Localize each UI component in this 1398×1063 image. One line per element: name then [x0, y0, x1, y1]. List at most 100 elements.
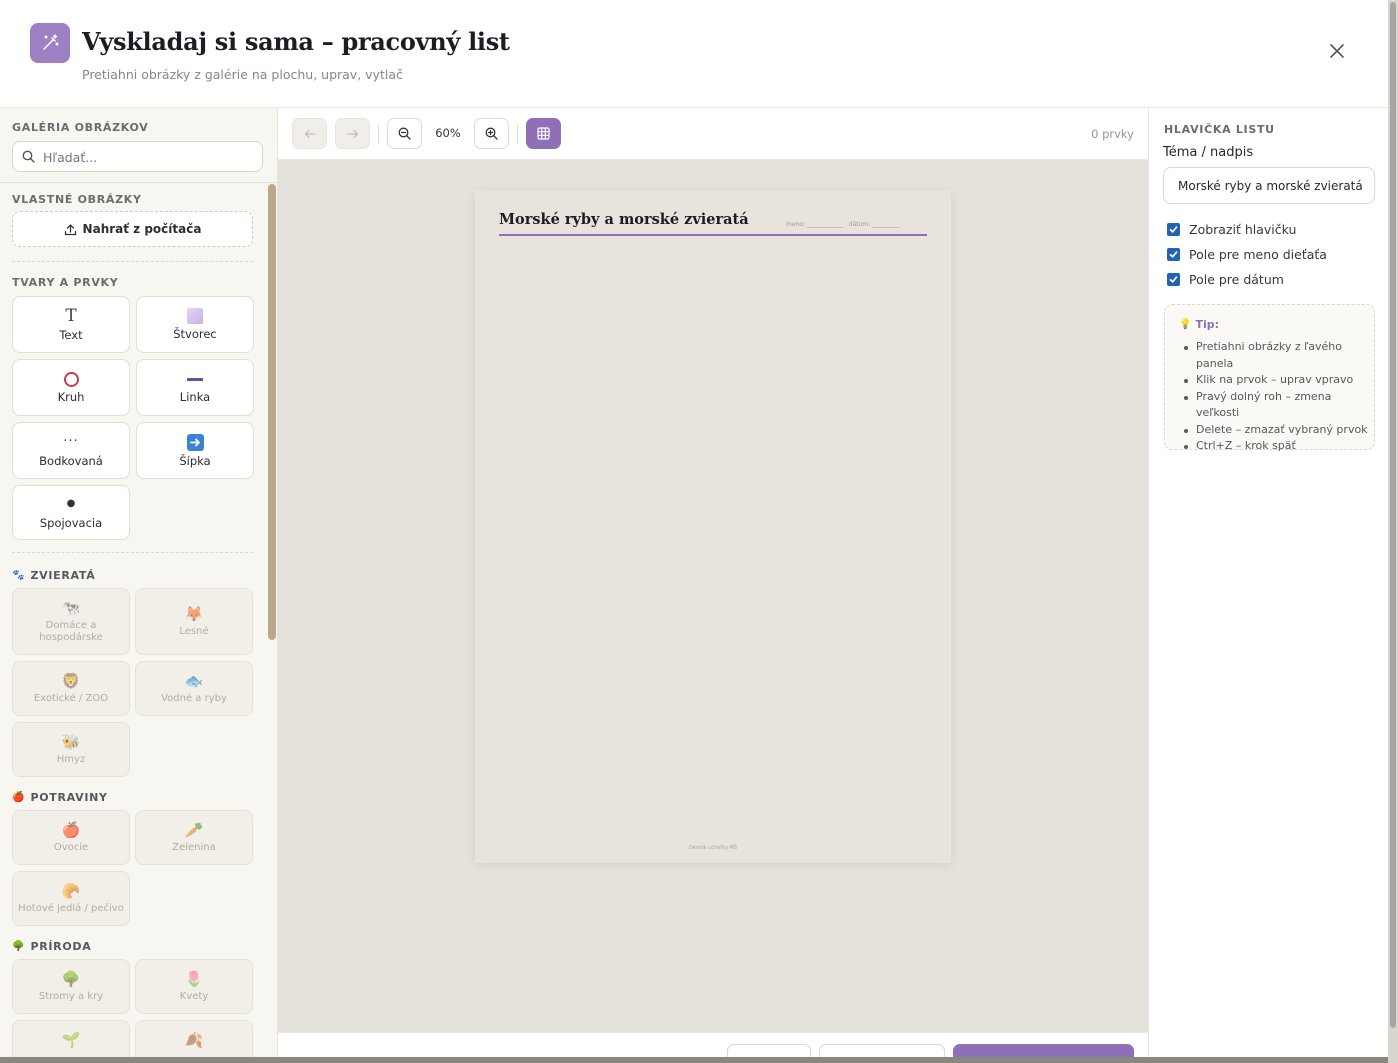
category-domestic[interactable]: 🐄 Domáce a hospodárske	[12, 588, 130, 655]
tip-item: Pravý dolný roh – zmena veľkosti	[1181, 389, 1371, 422]
tulip-icon: 🌷	[184, 970, 204, 988]
category-insects[interactable]: 🐝 Hmyz	[12, 722, 130, 777]
category-label: Vodné a ryby	[161, 693, 227, 704]
group-title: POTRAVINY	[30, 791, 108, 804]
checkbox-checked-icon[interactable]	[1167, 273, 1180, 286]
checkbox-label: Pole pre dátum	[1189, 272, 1284, 287]
gallery-scrollbar[interactable]	[268, 184, 276, 640]
page-scrollbar[interactable]	[1388, 0, 1398, 1063]
category-label: Kvety	[179, 991, 209, 1002]
checkbox-label: Pole pre meno dieťaťa	[1189, 247, 1327, 262]
grid-toggle-button[interactable]	[526, 118, 561, 149]
category-flowers[interactable]: 🌷 Kvety	[135, 959, 253, 1014]
gallery-search[interactable]	[12, 141, 263, 172]
shape-circle[interactable]: Kruh	[12, 359, 130, 416]
shape-label: Kruh	[57, 389, 85, 404]
gallery-panel: GALÉRIA OBRÁZKOV VLASTNÉ OBRÁZKY Nahrať …	[0, 108, 278, 1057]
shape-label: Šípka	[179, 453, 211, 468]
canvas-area: 60% 0 prvky Morské ryby a morské zvierat…	[278, 108, 1148, 1057]
checkbox-checked-icon[interactable]	[1167, 248, 1180, 261]
category-water[interactable]: 🐟 Vodné a ryby	[135, 661, 253, 716]
category-leaves[interactable]: 🍂	[135, 1020, 253, 1057]
zoom-in-button[interactable]	[474, 118, 509, 149]
tip-item: Pretiahni obrázky z ľavého panela	[1181, 339, 1371, 372]
shape-dotted[interactable]: ··· Bodkovaná	[12, 422, 130, 479]
leaf-icon: 🍂	[184, 1031, 204, 1049]
cow-icon: 🐄	[61, 599, 81, 617]
undo-button[interactable]	[292, 118, 327, 149]
tree-icon: 🌳	[12, 941, 25, 952]
shape-arrow[interactable]: Šípka	[136, 422, 254, 479]
scrollbar-thumb[interactable]	[1390, 2, 1396, 1028]
category-trees[interactable]: 🌳 Stromy a kry	[12, 959, 130, 1014]
shape-line[interactable]: Linka	[136, 359, 254, 416]
properties-panel: HLAVIČKA LISTU Téma / nadpis Zobraziť hl…	[1148, 108, 1388, 1057]
category-label: Hotové jedlá / pečivo	[18, 903, 124, 914]
toolbar-separator	[378, 124, 379, 144]
croissant-icon: 🥐	[61, 882, 81, 900]
sheet-footer: Denník učiteľky MŠ	[688, 845, 738, 851]
category-exotic[interactable]: 🦁 Exotické / ZOO	[12, 661, 130, 716]
divider	[12, 552, 253, 553]
action-bar	[278, 1032, 1148, 1057]
bee-icon: 🐝	[61, 733, 81, 751]
sheet-title: Morské ryby a morské zvieratá	[499, 211, 749, 228]
group-food: 🍎 POTRAVINY	[12, 791, 108, 804]
line-icon	[187, 377, 203, 381]
group-title: PRÍRODA	[30, 940, 92, 953]
checkbox-checked-icon[interactable]	[1167, 223, 1180, 236]
download-html-button[interactable]	[819, 1044, 945, 1057]
show-header-checkbox[interactable]: Zobraziť hlavičku	[1167, 222, 1296, 237]
shape-connector[interactable]: ● Spojovacia	[12, 485, 130, 540]
gallery-scroll-area[interactable]: VLASTNÉ OBRÁZKY Nahrať z počítača TVARY …	[0, 108, 266, 1057]
category-forest[interactable]: 🦊 Lesné	[135, 588, 253, 655]
sheet-name-field: meno: ____________	[786, 221, 843, 228]
magic-wand-icon	[30, 23, 70, 63]
close-icon	[1330, 44, 1344, 58]
arrow-right-icon	[346, 129, 358, 138]
element-count: 0 prvky	[1091, 127, 1134, 141]
arrow-icon	[186, 433, 204, 451]
upload-button[interactable]: Nahrať z počítača	[12, 211, 253, 247]
date-checkbox[interactable]: Pole pre dátum	[1167, 272, 1284, 287]
save-button[interactable]	[727, 1044, 811, 1057]
redo-button[interactable]	[335, 118, 370, 149]
category-plants[interactable]: 🌱	[12, 1020, 130, 1057]
worksheet-page[interactable]: Morské ryby a morské zvieratá meno: ____…	[475, 190, 951, 863]
group-title: ZVIERATÁ	[30, 569, 96, 582]
search-input[interactable]	[43, 148, 253, 166]
category-label: Domáce a hospodárske	[39, 620, 103, 643]
shape-text[interactable]: T Text	[12, 296, 130, 353]
shape-label: Linka	[179, 389, 211, 404]
modal-header: Vyskladaj si sama – pracovný list Pretia…	[0, 0, 1388, 108]
page-horizontal-scrollbar[interactable]	[0, 1057, 1388, 1063]
close-button[interactable]	[1322, 36, 1352, 66]
child-name-checkbox[interactable]: Pole pre meno dieťaťa	[1167, 247, 1327, 262]
worksheet-builder-modal: Vyskladaj si sama – pracovný list Pretia…	[0, 0, 1388, 1057]
lion-icon: 🦁	[61, 672, 81, 690]
category-label: Lesné	[179, 626, 209, 637]
category-meals[interactable]: 🥐 Hotové jedlá / pečivo	[12, 871, 130, 926]
category-fruit[interactable]: 🍎 Ovocie	[12, 810, 130, 865]
zoom-out-icon	[398, 127, 411, 140]
header-settings-title: HLAVIČKA LISTU	[1164, 123, 1275, 136]
topic-input[interactable]	[1163, 167, 1375, 204]
sheet-fields: meno: ____________ dátum: _________	[786, 221, 899, 228]
zoom-out-button[interactable]	[387, 118, 422, 149]
gallery-title: GALÉRIA OBRÁZKOV	[12, 121, 149, 134]
topic-label: Téma / nadpis	[1163, 145, 1254, 160]
fox-icon: 🦊	[184, 605, 204, 623]
group-animals: 🐾 ZVIERATÁ	[12, 569, 95, 582]
category-label: Ovocie	[53, 842, 89, 853]
shape-square[interactable]: Štvorec	[136, 296, 254, 353]
category-vegetables[interactable]: 🥕 Zelenina	[135, 810, 253, 865]
tip-box: 💡 Tip: Pretiahni obrázky z ľavého panela…	[1164, 304, 1375, 452]
circle-icon	[63, 371, 79, 387]
divider	[12, 261, 253, 262]
category-label: Zelenina	[172, 842, 216, 853]
print-pdf-button[interactable]	[953, 1044, 1134, 1057]
tip-item: Ctrl+Z – krok späť	[1181, 438, 1371, 455]
category-label: Exotické / ZOO	[33, 693, 109, 704]
sprout-icon: 🌱	[61, 1031, 81, 1049]
zoom-in-icon	[485, 127, 498, 140]
